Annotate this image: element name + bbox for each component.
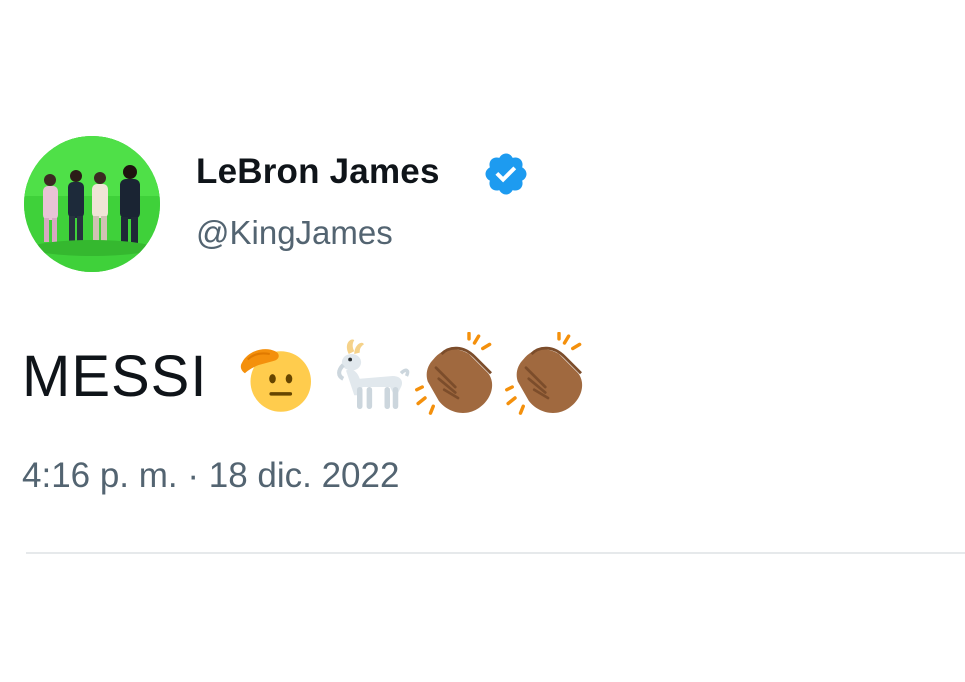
author-display-name[interactable]: LeBron James	[196, 152, 440, 192]
saluting-face-emoji	[240, 349, 311, 412]
tweet-text: MESSI	[22, 343, 208, 409]
author-avatar[interactable]	[24, 136, 160, 272]
clapping-hands-emoji	[414, 332, 492, 415]
avatar-photo	[24, 136, 160, 272]
verified-badge-icon	[485, 153, 527, 195]
clapping-hands-emoji	[504, 332, 582, 415]
tweet-body: MESSI	[22, 332, 594, 420]
author-handle[interactable]: @KingJames	[196, 214, 393, 252]
goat-emoji	[336, 339, 409, 409]
tweet-timestamp[interactable]: 4:16 p. m. · 18 dic. 2022	[22, 456, 399, 496]
divider	[26, 552, 965, 554]
tweet[interactable]: LeBron James @KingJames MESSI 4:16 p. m.…	[0, 0, 965, 682]
emoji-row	[234, 332, 594, 420]
